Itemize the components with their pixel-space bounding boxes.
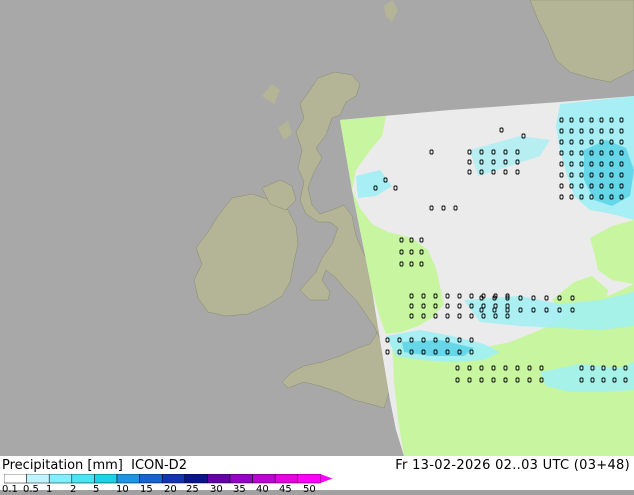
- scale-swatch: [229, 474, 253, 484]
- legend-bar: Precipitation [mm] ICON-D2 Fr 13-02-2026…: [0, 456, 634, 495]
- scale-arrow: [320, 474, 333, 483]
- scale-swatch: [48, 474, 73, 484]
- valid-time: Fr 13-02-2026 02..03 UTC (03+48): [395, 458, 630, 473]
- scale-swatch: [184, 474, 208, 484]
- scale-swatch: [94, 474, 118, 484]
- scale-swatch: [139, 474, 163, 484]
- scale-swatch: [207, 474, 231, 484]
- scale-swatch: [297, 474, 321, 484]
- precipitation-map: [0, 0, 634, 456]
- scale-swatch: [71, 474, 95, 484]
- scale-swatch: [116, 474, 140, 484]
- scale-swatch: [274, 474, 299, 484]
- map-title: Precipitation [mm] ICON-D2: [2, 458, 187, 473]
- scale-swatch: [4, 474, 27, 484]
- scale-swatch: [252, 474, 276, 484]
- scale-swatch: [161, 474, 186, 484]
- scale-swatch: [26, 474, 50, 484]
